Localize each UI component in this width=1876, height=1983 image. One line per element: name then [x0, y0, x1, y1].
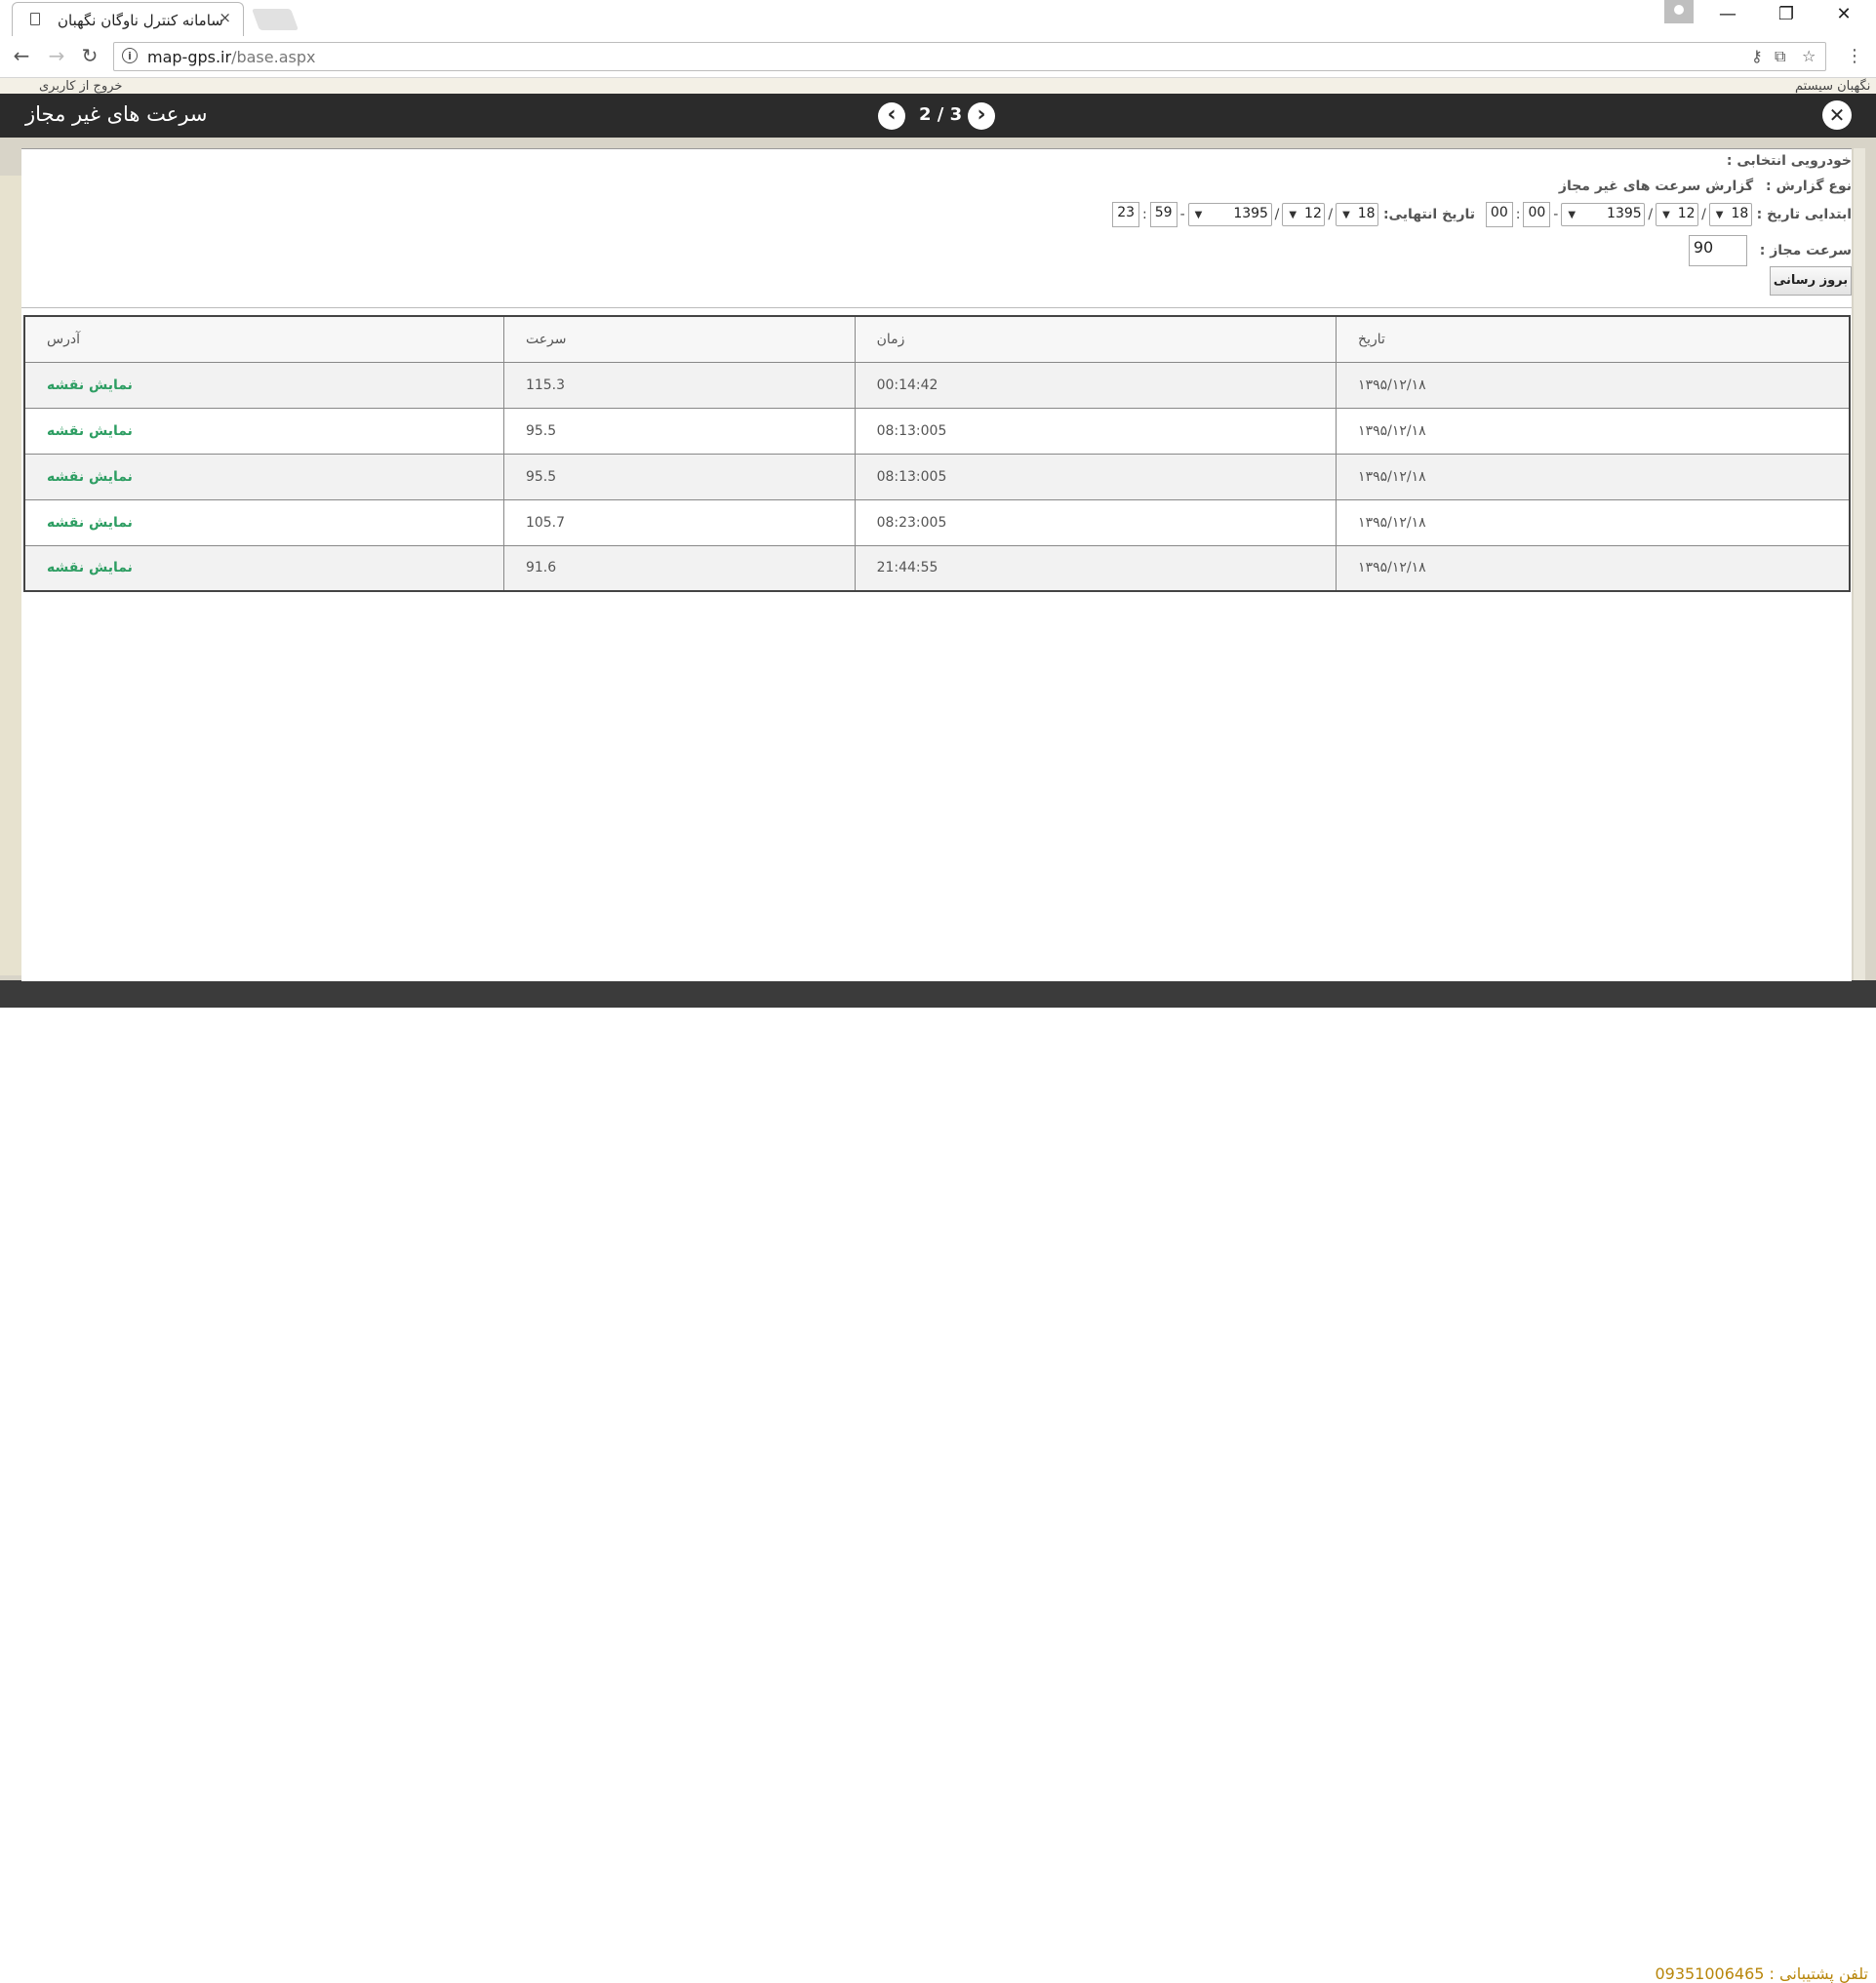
background-brand-text: نگهبان سیستم — [1795, 79, 1871, 94]
start-date-label: ابتدایی تاریخ : — [1756, 207, 1852, 222]
document-icon — [30, 13, 40, 25]
date-range-row: ابتدایی تاریخ : ▼ 18/▼ 12/▼ 1395-00:00 تاری… — [1112, 202, 1852, 227]
url-text: map-gps.ir/base.aspx — [147, 48, 316, 66]
table-row: نمایش نقشه 95.5 08:13:005 ۱۳۹۵/۱۲/۱۸ — [23, 407, 1851, 455]
table-header-row: آدرس سرعت زمان تاریخ — [23, 315, 1851, 363]
translate-icon[interactable]: ⧉ — [1775, 47, 1785, 66]
start-year-select[interactable]: ▼ 1395 — [1561, 203, 1646, 226]
address-cell: نمایش نقشه — [23, 407, 504, 455]
speed-cell: 115.3 — [502, 361, 856, 409]
speed-label: سرعت مجاز : — [1759, 243, 1852, 258]
show-map-link[interactable]: نمایش نقشه — [47, 469, 133, 485]
end-month-select[interactable]: ▼ 12 — [1282, 203, 1326, 226]
time-cell: 08:13:005 — [854, 453, 1337, 500]
info-icon[interactable]: i — [122, 48, 138, 63]
start-minute-input[interactable]: 00 — [1485, 202, 1513, 227]
key-icon[interactable]: ⚷ — [1751, 47, 1763, 65]
report-type-label: نوع گزارش : — [1766, 178, 1852, 194]
show-map-link[interactable]: نمایش نقشه — [47, 423, 133, 439]
header-time: زمان — [854, 315, 1337, 363]
address-cell: نمایش نقشه — [23, 544, 504, 592]
pager: ‹ 2 / 3 › — [878, 100, 999, 130]
start-month-select[interactable]: ▼ 12 — [1656, 203, 1699, 226]
end-minute-input[interactable]: 59 — [1149, 202, 1177, 227]
address-cell: نمایش نقشه — [23, 453, 504, 500]
report-table: آدرس سرعت زمان تاریخ نمایش نقشه 115.3 00… — [23, 315, 1851, 592]
background-map-edge — [0, 176, 21, 975]
table-row: نمایش نقشه 91.6 21:44:55 ۱۳۹۵/۱۲/۱۸ — [23, 544, 1851, 592]
date-cell: ۱۳۹۵/۱۲/۱۸ — [1336, 453, 1851, 500]
table-row: نمایش نقشه 115.3 00:14:42 ۱۳۹۵/۱۲/۱۸ — [23, 361, 1851, 409]
modal-header: سرعت های غیر مجاز ‹ 2 / 3 › ✕ — [0, 94, 1876, 138]
divider — [21, 307, 1852, 308]
reload-icon[interactable]: ↻ — [78, 44, 101, 67]
window-close-button[interactable]: ✕ — [1829, 4, 1858, 24]
start-day-select[interactable]: ▼ 18 — [1708, 203, 1752, 226]
address-bar[interactable]: i map-gps.ir/base.aspx ⚷ ⧉ ☆ — [113, 42, 1826, 71]
date-cell: ۱۳۹۵/۱۲/۱۸ — [1336, 407, 1851, 455]
new-tab-button[interactable] — [251, 9, 299, 30]
date-cell: ۱۳۹۵/۱۲/۱۸ — [1336, 544, 1851, 592]
report-type-value: گزارش سرعت های غیر مجاز — [1558, 178, 1754, 194]
minimize-button[interactable]: — — [1713, 4, 1742, 24]
refresh-button[interactable]: بروز رسانی — [1770, 266, 1852, 296]
modal-title: سرعت های غیر مجاز — [25, 102, 208, 126]
tab-title: سامانه کنترل ناوگان نگهبان — [58, 12, 223, 29]
table-row: نمایش نقشه 105.7 08:23:005 ۱۳۹۵/۱۲/۱۸ — [23, 498, 1851, 546]
user-profile-icon[interactable] — [1664, 0, 1694, 23]
back-icon[interactable]: ← — [10, 44, 33, 67]
tab-close-icon[interactable]: × — [219, 9, 231, 26]
browser-menu-icon[interactable]: ⋮ — [1846, 46, 1863, 66]
browser-tabstrip: سامانه کنترل ناوگان نگهبان × — ❐ ✕ — [0, 0, 1876, 36]
time-cell: 08:23:005 — [854, 498, 1337, 546]
show-map-link[interactable]: نمایش نقشه — [47, 515, 133, 531]
date-cell: ۱۳۹۵/۱۲/۱۸ — [1336, 498, 1851, 546]
start-hour-input[interactable]: 00 — [1523, 202, 1551, 227]
header-speed: سرعت — [502, 315, 856, 363]
browser-tab[interactable]: سامانه کنترل ناوگان نگهبان × — [12, 2, 244, 36]
vehicle-label: خودرویی انتخابی : — [1726, 153, 1852, 169]
vehicle-row: خودرویی انتخابی : — [1727, 153, 1852, 169]
chevron-left-icon[interactable]: ‹ — [878, 102, 905, 130]
background-logout-text: خروج از کاربری — [39, 79, 123, 94]
restore-button[interactable]: ❐ — [1772, 4, 1801, 24]
address-cell: نمایش نقشه — [23, 498, 504, 546]
address-cell: نمایش نقشه — [23, 361, 504, 409]
date-cell: ۱۳۹۵/۱۲/۱۸ — [1336, 361, 1851, 409]
support-phone: تلفن پشتیبانی : 09351006465 — [1655, 1964, 1868, 1983]
end-day-select[interactable]: ▼ 18 — [1336, 203, 1379, 226]
time-cell: 00:14:42 — [854, 361, 1337, 409]
browser-toolbar: ← → ↻ i map-gps.ir/base.aspx ⚷ ⧉ ☆ ⋮ — [0, 36, 1876, 78]
speed-input[interactable]: 90 — [1688, 235, 1747, 266]
pager-text: 2 / 3 — [919, 104, 963, 125]
bookmark-star-icon[interactable]: ☆ — [1802, 47, 1816, 65]
speed-row: سرعت مجاز : 90 — [1688, 235, 1852, 266]
report-type-row: نوع گزارش : گزارش سرعت های غیر مجاز — [1559, 178, 1852, 194]
show-map-link[interactable]: نمایش نقشه — [47, 560, 133, 575]
speed-cell: 95.5 — [502, 407, 856, 455]
speed-cell: 91.6 — [502, 544, 856, 592]
background-scrollbar[interactable] — [1854, 148, 1865, 980]
end-year-select[interactable]: ▼ 1395 — [1187, 203, 1272, 226]
close-icon[interactable]: ✕ — [1822, 100, 1852, 130]
time-cell: 21:44:55 — [854, 544, 1337, 592]
forward-icon[interactable]: → — [45, 44, 68, 67]
end-date-label: تاریخ انتهایی: — [1382, 207, 1476, 222]
table-row: نمایش نقشه 95.5 08:13:005 ۱۳۹۵/۱۲/۱۸ — [23, 453, 1851, 500]
show-map-link[interactable]: نمایش نقشه — [47, 377, 133, 393]
speed-cell: 95.5 — [502, 453, 856, 500]
header-date: تاریخ — [1336, 315, 1851, 363]
end-hour-input[interactable]: 23 — [1112, 202, 1140, 227]
modal-body: خودرویی انتخابی : نوع گزارش : گزارش سرعت… — [21, 148, 1852, 981]
speed-cell: 105.7 — [502, 498, 856, 546]
background-footer: تلفن پشتیبانی : 09351006465 — [0, 980, 1876, 1983]
header-address: آدرس — [23, 315, 504, 363]
chevron-right-icon[interactable]: › — [968, 102, 995, 130]
time-cell: 08:13:005 — [854, 407, 1337, 455]
